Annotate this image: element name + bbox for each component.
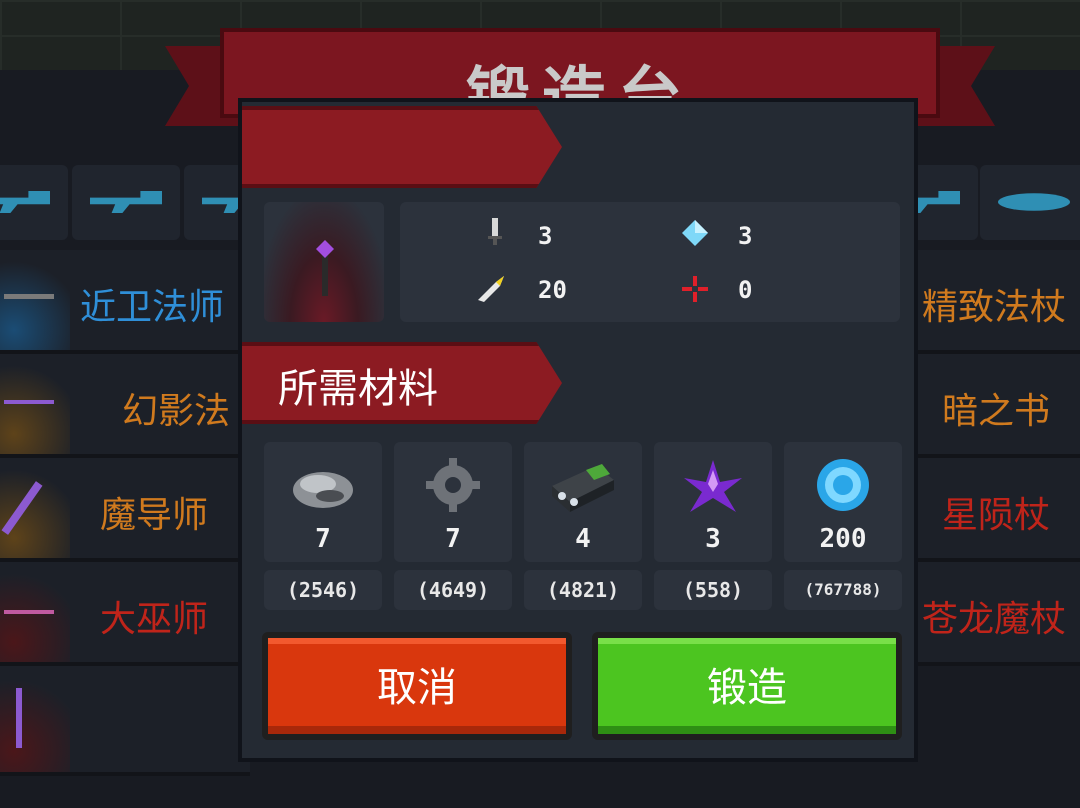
forge-dialog: 3 3 20 0 所需材料 7 7 4 3 200 (2546) (4649) … xyxy=(238,98,918,762)
list-item[interactable]: 幻影法 xyxy=(0,354,250,458)
staff-icon xyxy=(4,610,54,614)
item-name: 精致法杖 xyxy=(922,287,1067,328)
rarity-glow xyxy=(0,458,70,558)
purple-staff-icon xyxy=(316,240,334,258)
blue-gem-icon xyxy=(817,459,869,511)
material-count: 7 xyxy=(445,524,461,554)
cancel-button[interactable]: 取消 xyxy=(262,632,572,740)
item-name: 近卫法师 xyxy=(80,287,225,328)
ore-icon xyxy=(293,472,353,508)
list-item[interactable]: 苍龙魔杖 xyxy=(910,562,1080,666)
gun-icon xyxy=(0,191,50,213)
materials-ribbon: 所需材料 xyxy=(242,342,562,424)
material-slot: 3 xyxy=(654,442,772,562)
list-item[interactable]: 近卫法师 xyxy=(0,250,250,354)
rifle-icon xyxy=(90,191,162,213)
staff-icon xyxy=(16,688,22,748)
sword-icon xyxy=(488,218,502,245)
material-count: 4 xyxy=(575,524,591,554)
item-name: 苍龙魔杖 xyxy=(922,599,1067,640)
mana-crystal-icon xyxy=(682,220,708,246)
material-slot: 200 xyxy=(784,442,902,562)
purple-crystal-icon xyxy=(684,460,742,512)
material-count: 200 xyxy=(819,524,867,554)
list-item[interactable]: 精致法杖 xyxy=(910,250,1080,354)
damage-value: 3 xyxy=(538,222,553,250)
spread-value: 0 xyxy=(738,276,753,304)
material-slot: 7 xyxy=(264,442,382,562)
material-stock: (558) xyxy=(654,570,772,610)
material-count: 7 xyxy=(315,524,331,554)
tab-weapon-1[interactable] xyxy=(0,165,68,240)
staff-icon xyxy=(4,400,54,404)
material-count: 3 xyxy=(705,524,721,554)
list-item[interactable]: 星陨杖 xyxy=(910,458,1080,562)
item-name-ribbon xyxy=(242,106,562,188)
material-stock: (2546) xyxy=(264,570,382,610)
stats-panel: 3 3 20 0 xyxy=(400,202,900,322)
material-slot: 4 xyxy=(524,442,642,562)
tab-weapon-2[interactable] xyxy=(72,165,180,240)
material-stock: (4821) xyxy=(524,570,642,610)
rarity-glow xyxy=(0,250,70,350)
item-name: 大巫师 xyxy=(100,599,209,640)
item-name: 幻影法 xyxy=(122,391,231,432)
crosshair-icon xyxy=(682,276,708,302)
crit-value: 20 xyxy=(538,276,567,304)
rarity-glow xyxy=(0,354,70,454)
list-item[interactable] xyxy=(0,666,250,776)
materials-title: 所需材料 xyxy=(278,366,438,412)
list-item[interactable]: 暗之书 xyxy=(910,354,1080,458)
battery-icon xyxy=(552,464,614,512)
rarity-glow xyxy=(0,666,70,772)
item-name: 魔导师 xyxy=(100,495,209,536)
item-name: 暗之书 xyxy=(942,391,1051,432)
material-stock: (767788) xyxy=(784,570,902,610)
crit-blade-icon xyxy=(478,276,504,302)
item-name: 星陨杖 xyxy=(942,495,1051,536)
gear-part-icon xyxy=(426,458,480,512)
spear-icon xyxy=(4,294,54,299)
material-slot: 7 xyxy=(394,442,512,562)
fish-icon xyxy=(998,193,1070,211)
list-item[interactable]: 魔导师 xyxy=(0,458,250,562)
forge-button[interactable]: 锻造 xyxy=(592,632,902,740)
mana-cost-value: 3 xyxy=(738,222,753,250)
item-preview xyxy=(264,202,384,322)
tab-weapon-5[interactable] xyxy=(980,165,1080,240)
material-stock: (4649) xyxy=(394,570,512,610)
list-item[interactable]: 大巫师 xyxy=(0,562,250,666)
